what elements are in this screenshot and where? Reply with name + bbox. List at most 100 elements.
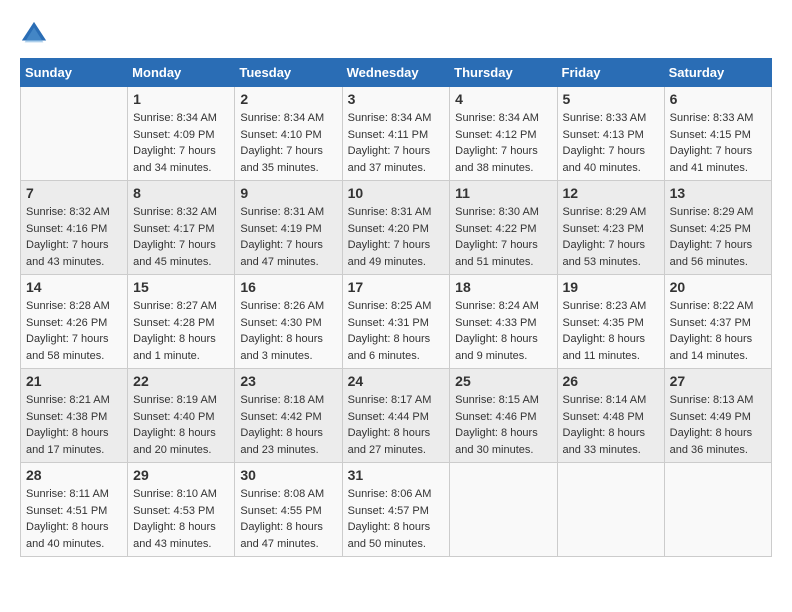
calendar-day-cell: 16 Sunrise: 8:26 AMSunset: 4:30 PMDayligh… [235, 275, 342, 369]
day-detail: Sunrise: 8:31 AMSunset: 4:19 PMDaylight:… [240, 204, 336, 270]
day-detail: Sunrise: 8:22 AMSunset: 4:37 PMDaylight:… [670, 298, 766, 364]
calendar-day-cell: 21 Sunrise: 8:21 AMSunset: 4:38 PMDayligh… [21, 369, 128, 463]
day-detail: Sunrise: 8:30 AMSunset: 4:22 PMDaylight:… [455, 204, 551, 270]
day-detail: Sunrise: 8:06 AMSunset: 4:57 PMDaylight:… [348, 486, 445, 552]
calendar-day-cell: 11 Sunrise: 8:30 AMSunset: 4:22 PMDayligh… [450, 181, 557, 275]
calendar-day-cell [557, 463, 664, 557]
day-number: 23 [240, 373, 336, 389]
calendar-day-cell: 5Sunrise: 8:33 AMSunset: 4:13 PMDaylight… [557, 87, 664, 181]
day-number: 8 [133, 185, 229, 201]
page-header [20, 20, 772, 48]
calendar-day-cell: 30Sunrise: 8:08 AMSunset: 4:55 PMDayligh… [235, 463, 342, 557]
calendar-day-cell: 10 Sunrise: 8:31 AMSunset: 4:20 PMDayligh… [342, 181, 450, 275]
day-detail: Sunrise: 8:15 AMSunset: 4:46 PMDaylight:… [455, 392, 551, 458]
calendar-header-row: SundayMondayTuesdayWednesdayThursdayFrid… [21, 59, 772, 87]
calendar-day-cell: 25 Sunrise: 8:15 AMSunset: 4:46 PMDayligh… [450, 369, 557, 463]
day-number: 16 [240, 279, 336, 295]
day-number: 20 [670, 279, 766, 295]
day-detail: Sunrise: 8:14 AMSunset: 4:48 PMDaylight:… [563, 392, 659, 458]
calendar-day-cell: 26 Sunrise: 8:14 AMSunset: 4:48 PMDayligh… [557, 369, 664, 463]
logo [20, 20, 52, 48]
day-number: 18 [455, 279, 551, 295]
calendar-week-row: 28Sunrise: 8:11 AMSunset: 4:51 PMDayligh… [21, 463, 772, 557]
day-of-week-header: Thursday [450, 59, 557, 87]
day-number: 31 [348, 467, 445, 483]
day-number: 12 [563, 185, 659, 201]
day-number: 1 [133, 91, 229, 107]
calendar-day-cell: 22Sunrise: 8:19 AMSunset: 4:40 PMDayligh… [128, 369, 235, 463]
day-of-week-header: Wednesday [342, 59, 450, 87]
day-number: 17 [348, 279, 445, 295]
day-number: 2 [240, 91, 336, 107]
day-detail: Sunrise: 8:28 AMSunset: 4:26 PMDaylight:… [26, 298, 122, 364]
day-number: 11 [455, 185, 551, 201]
calendar-day-cell: 7Sunrise: 8:32 AMSunset: 4:16 PMDaylight… [21, 181, 128, 275]
calendar-table: SundayMondayTuesdayWednesdayThursdayFrid… [20, 58, 772, 557]
calendar-day-cell: 23 Sunrise: 8:18 AMSunset: 4:42 PMDayligh… [235, 369, 342, 463]
day-number: 19 [563, 279, 659, 295]
calendar-day-cell: 31 Sunrise: 8:06 AMSunset: 4:57 PMDayligh… [342, 463, 450, 557]
day-number: 27 [670, 373, 766, 389]
day-number: 26 [563, 373, 659, 389]
day-number: 22 [133, 373, 229, 389]
calendar-day-cell: 18 Sunrise: 8:24 AMSunset: 4:33 PMDayligh… [450, 275, 557, 369]
calendar-day-cell: 9 Sunrise: 8:31 AMSunset: 4:19 PMDaylight… [235, 181, 342, 275]
calendar-day-cell: 6 Sunrise: 8:33 AMSunset: 4:15 PMDaylight… [664, 87, 771, 181]
day-number: 28 [26, 467, 122, 483]
calendar-day-cell: 19 Sunrise: 8:23 AMSunset: 4:35 PMDayligh… [557, 275, 664, 369]
day-detail: Sunrise: 8:34 AMSunset: 4:11 PMDaylight:… [348, 110, 445, 176]
day-number: 5 [563, 91, 659, 107]
day-number: 25 [455, 373, 551, 389]
day-of-week-header: Saturday [664, 59, 771, 87]
day-of-week-header: Friday [557, 59, 664, 87]
day-detail: Sunrise: 8:32 AMSunset: 4:17 PMDaylight:… [133, 204, 229, 270]
day-detail: Sunrise: 8:24 AMSunset: 4:33 PMDaylight:… [455, 298, 551, 364]
calendar-day-cell: 14 Sunrise: 8:28 AMSunset: 4:26 PMDayligh… [21, 275, 128, 369]
day-number: 24 [348, 373, 445, 389]
calendar-week-row: 14 Sunrise: 8:28 AMSunset: 4:26 PMDayligh… [21, 275, 772, 369]
day-detail: Sunrise: 8:34 AMSunset: 4:12 PMDaylight:… [455, 110, 551, 176]
day-detail: Sunrise: 8:17 AMSunset: 4:44 PMDaylight:… [348, 392, 445, 458]
calendar-day-cell: 27 Sunrise: 8:13 AMSunset: 4:49 PMDayligh… [664, 369, 771, 463]
day-detail: Sunrise: 8:29 AMSunset: 4:25 PMDaylight:… [670, 204, 766, 270]
day-number: 21 [26, 373, 122, 389]
day-of-week-header: Monday [128, 59, 235, 87]
calendar-day-cell [664, 463, 771, 557]
day-number: 9 [240, 185, 336, 201]
day-detail: Sunrise: 8:08 AMSunset: 4:55 PMDaylight:… [240, 486, 336, 552]
calendar-day-cell: 2 Sunrise: 8:34 AMSunset: 4:10 PMDaylight… [235, 87, 342, 181]
calendar-day-cell: 4 Sunrise: 8:34 AMSunset: 4:12 PMDaylight… [450, 87, 557, 181]
calendar-week-row: 1Sunrise: 8:34 AMSunset: 4:09 PMDaylight… [21, 87, 772, 181]
day-detail: Sunrise: 8:21 AMSunset: 4:38 PMDaylight:… [26, 392, 122, 458]
calendar-day-cell [450, 463, 557, 557]
day-number: 4 [455, 91, 551, 107]
day-detail: Sunrise: 8:27 AMSunset: 4:28 PMDaylight:… [133, 298, 229, 364]
day-number: 6 [670, 91, 766, 107]
calendar-day-cell: 17Sunrise: 8:25 AMSunset: 4:31 PMDayligh… [342, 275, 450, 369]
calendar-day-cell: 3Sunrise: 8:34 AMSunset: 4:11 PMDaylight… [342, 87, 450, 181]
calendar-day-cell: 20 Sunrise: 8:22 AMSunset: 4:37 PMDayligh… [664, 275, 771, 369]
day-number: 13 [670, 185, 766, 201]
calendar-day-cell: 12 Sunrise: 8:29 AMSunset: 4:23 PMDayligh… [557, 181, 664, 275]
calendar-day-cell: 8 Sunrise: 8:32 AMSunset: 4:17 PMDaylight… [128, 181, 235, 275]
day-detail: Sunrise: 8:18 AMSunset: 4:42 PMDaylight:… [240, 392, 336, 458]
day-detail: Sunrise: 8:23 AMSunset: 4:35 PMDaylight:… [563, 298, 659, 364]
calendar-day-cell [21, 87, 128, 181]
calendar-day-cell: 13 Sunrise: 8:29 AMSunset: 4:25 PMDayligh… [664, 181, 771, 275]
day-detail: Sunrise: 8:29 AMSunset: 4:23 PMDaylight:… [563, 204, 659, 270]
calendar-day-cell: 1Sunrise: 8:34 AMSunset: 4:09 PMDaylight… [128, 87, 235, 181]
calendar-week-row: 21 Sunrise: 8:21 AMSunset: 4:38 PMDayligh… [21, 369, 772, 463]
day-of-week-header: Tuesday [235, 59, 342, 87]
day-detail: Sunrise: 8:13 AMSunset: 4:49 PMDaylight:… [670, 392, 766, 458]
day-detail: Sunrise: 8:26 AMSunset: 4:30 PMDaylight:… [240, 298, 336, 364]
day-detail: Sunrise: 8:34 AMSunset: 4:10 PMDaylight:… [240, 110, 336, 176]
calendar-day-cell: 29Sunrise: 8:10 AMSunset: 4:53 PMDayligh… [128, 463, 235, 557]
day-number: 14 [26, 279, 122, 295]
calendar-week-row: 7Sunrise: 8:32 AMSunset: 4:16 PMDaylight… [21, 181, 772, 275]
day-number: 10 [348, 185, 445, 201]
day-detail: Sunrise: 8:33 AMSunset: 4:15 PMDaylight:… [670, 110, 766, 176]
day-detail: Sunrise: 8:10 AMSunset: 4:53 PMDaylight:… [133, 486, 229, 552]
logo-icon [20, 20, 48, 48]
calendar-day-cell: 24 Sunrise: 8:17 AMSunset: 4:44 PMDayligh… [342, 369, 450, 463]
day-detail: Sunrise: 8:31 AMSunset: 4:20 PMDaylight:… [348, 204, 445, 270]
